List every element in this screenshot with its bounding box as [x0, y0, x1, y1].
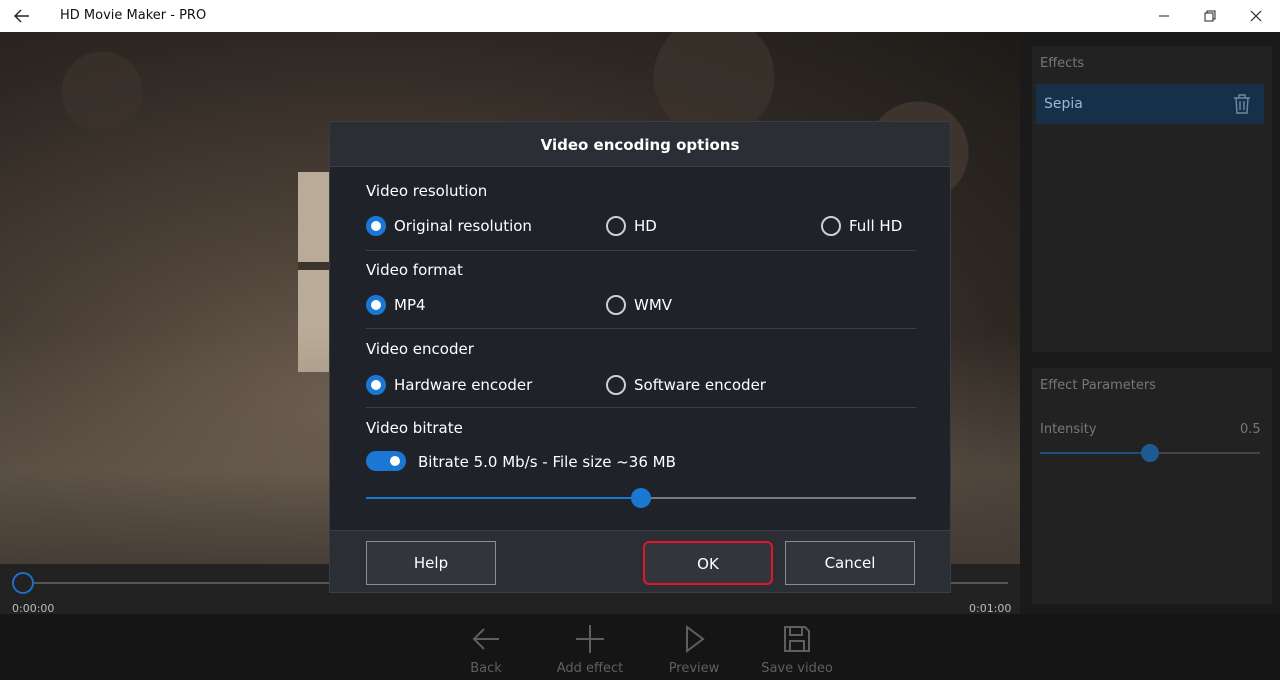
help-button[interactable]: Help [366, 541, 496, 585]
bitrate-slider-fill [366, 497, 641, 499]
radio-full-hd[interactable]: Full HD [821, 214, 921, 238]
trash-icon[interactable] [1232, 93, 1252, 115]
intensity-label: Intensity [1040, 422, 1097, 437]
back-label: Back [470, 661, 502, 676]
intensity-slider-thumb[interactable] [1141, 444, 1159, 462]
bitrate-section-title: Video bitrate [366, 419, 463, 437]
radio-label: HD [634, 217, 657, 235]
window-title: HD Movie Maker - PRO [60, 8, 207, 23]
radio-label: Software encoder [634, 376, 766, 394]
close-button[interactable] [1234, 0, 1280, 32]
radio-circle [821, 216, 841, 236]
divider [366, 407, 916, 408]
bitrate-label: Bitrate 5.0 Mb/s - File size ~36 MB [418, 453, 676, 471]
bitrate-toggle[interactable] [366, 451, 406, 471]
video-encoding-dialog: Video encoding options Video resolution … [329, 121, 951, 593]
play-icon [686, 625, 705, 653]
minimize-button[interactable] [1142, 0, 1188, 32]
radio-hd[interactable]: HD [606, 214, 686, 238]
toggle-knob [390, 456, 400, 466]
format-section-title: Video format [366, 261, 463, 279]
radio-label: MP4 [394, 296, 426, 314]
preview-button[interactable]: Preview [649, 614, 739, 680]
radio-circle [606, 216, 626, 236]
effect-item-sepia[interactable]: Sepia [1036, 84, 1264, 124]
restore-icon [1204, 10, 1216, 22]
cancel-button[interactable]: Cancel [785, 541, 915, 585]
bottom-toolbar: Back Add effect Preview Save video [0, 614, 1280, 680]
radio-circle [366, 295, 386, 315]
params-header: Effect Parameters [1040, 378, 1156, 393]
radio-label: Original resolution [394, 217, 532, 235]
resolution-section-title: Video resolution [366, 182, 488, 200]
params-panel-inner: Effect Parameters Intensity 0.5 [1032, 368, 1272, 604]
effect-parameters-panel: Effect Parameters Intensity 0.5 [1020, 364, 1280, 614]
radio-mp4[interactable]: MP4 [366, 293, 466, 317]
effects-panel-inner: Effects Sepia [1032, 46, 1272, 352]
title-bar: HD Movie Maker - PRO [0, 0, 1280, 32]
radio-original-resolution[interactable]: Original resolution [366, 214, 566, 238]
radio-label: WMV [634, 296, 673, 314]
radio-circle [366, 216, 386, 236]
close-icon [1250, 10, 1262, 22]
divider [366, 250, 916, 251]
radio-circle [606, 375, 626, 395]
effects-panel: Effects Sepia [1020, 32, 1280, 364]
timeline-playhead[interactable] [12, 572, 34, 594]
encoder-section-title: Video encoder [366, 340, 474, 358]
radio-circle [366, 375, 386, 395]
divider [366, 328, 916, 329]
radio-software-encoder[interactable]: Software encoder [606, 373, 806, 397]
radio-label: Hardware encoder [394, 376, 533, 394]
ok-button[interactable]: OK [643, 541, 773, 585]
intensity-value: 0.5 [1240, 422, 1261, 437]
add-effect-label: Add effect [556, 661, 624, 676]
dialog-footer: Help OK Cancel [330, 530, 950, 592]
dialog-title: Video encoding options [540, 136, 740, 154]
back-arrow-icon[interactable] [12, 6, 36, 26]
radio-wmv[interactable]: WMV [606, 293, 706, 317]
radio-label: Full HD [849, 217, 903, 235]
save-video-button[interactable]: Save video [752, 614, 842, 680]
preview-label: Preview [668, 661, 720, 676]
back-arrow-icon [472, 628, 499, 650]
floppy-disk-icon [784, 626, 810, 652]
save-video-label: Save video [761, 661, 833, 676]
radio-circle [606, 295, 626, 315]
intensity-slider-fill [1040, 452, 1150, 454]
effects-header: Effects [1040, 56, 1085, 71]
minimize-icon [1159, 15, 1169, 17]
plus-icon [576, 625, 604, 653]
radio-hardware-encoder[interactable]: Hardware encoder [366, 373, 566, 397]
preview-plaque-gap [298, 262, 330, 270]
restore-button[interactable] [1188, 0, 1234, 32]
bitrate-slider-track[interactable] [366, 488, 916, 508]
add-effect-button[interactable]: Add effect [545, 614, 635, 680]
dialog-header: Video encoding options [330, 122, 950, 167]
bitrate-slider-thumb[interactable] [631, 488, 651, 508]
back-button[interactable]: Back [441, 614, 531, 680]
effect-item-label: Sepia [1044, 96, 1083, 112]
